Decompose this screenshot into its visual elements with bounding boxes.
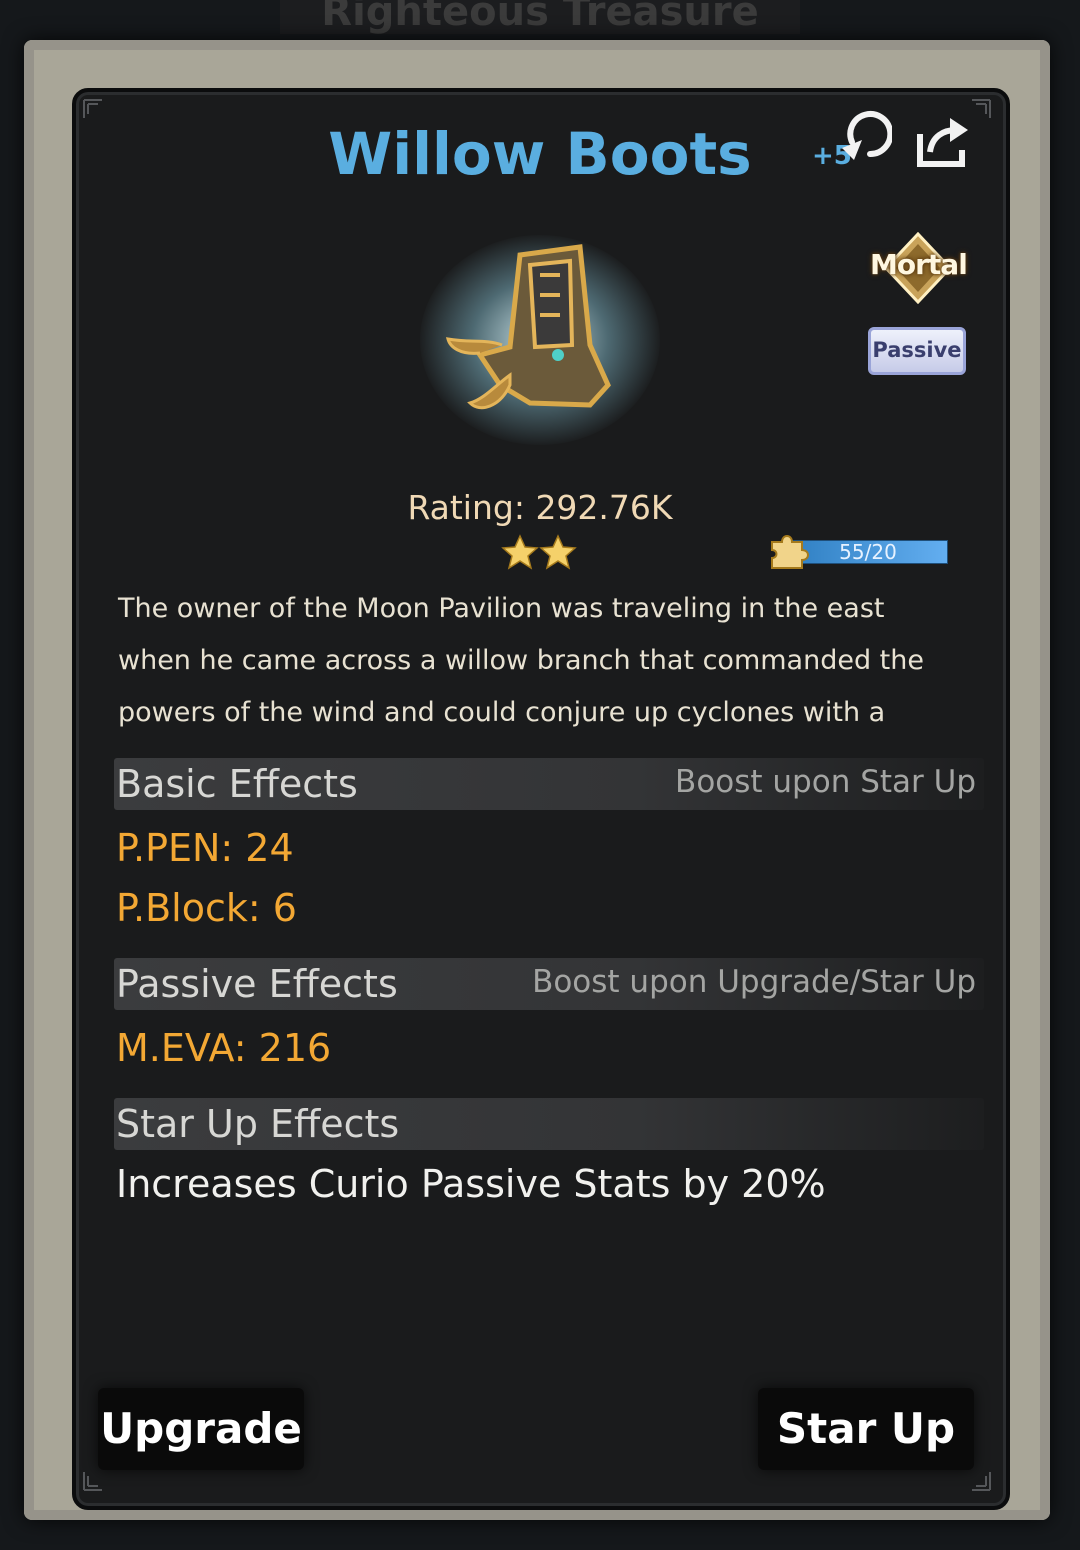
reset-icon[interactable]: +5 [812, 110, 892, 174]
star-icon [539, 534, 577, 570]
background-title: Righteous Treasure [280, 0, 800, 34]
boots-icon [445, 244, 611, 409]
reset-count: +5 [812, 141, 852, 171]
star-icon [501, 534, 539, 570]
stat-line: P.PEN: 24 [116, 826, 294, 870]
stat-line: M.EVA: 216 [116, 1026, 332, 1070]
rank-label: Mortal [870, 248, 968, 281]
starup-effects-title: Star Up Effects [116, 1102, 400, 1146]
passive-effects-note: Boost upon Upgrade/Star Up [532, 964, 976, 1000]
corner-ornament [972, 99, 991, 118]
corner-ornament [972, 1472, 991, 1491]
passive-effects-title: Passive Effects [116, 962, 398, 1006]
description-line: powers of the wind and could conjure up … [118, 697, 886, 728]
star-rating [501, 534, 577, 570]
fragment-count: 55/20 [839, 540, 897, 564]
description-line: The owner of the Moon Pavilion was trave… [118, 593, 885, 624]
upgrade-button[interactable]: Upgrade [98, 1388, 304, 1470]
item-description: The owner of the Moon Pavilion was trave… [118, 583, 938, 739]
puzzle-icon [771, 535, 809, 569]
share-icon[interactable] [912, 112, 972, 170]
corner-ornament [83, 99, 102, 118]
description-line: when he came across a willow branch that… [118, 645, 924, 676]
rating-text: Rating: 292.76K [407, 488, 673, 527]
star-up-button[interactable]: Star Up [758, 1388, 974, 1470]
basic-effects-title: Basic Effects [116, 762, 358, 806]
stat-line: P.Block: 6 [116, 886, 297, 930]
basic-effects-note: Boost upon Star Up [675, 764, 976, 800]
type-badge: Passive [868, 327, 966, 375]
starup-effect-text: Increases Curio Passive Stats by 20% [116, 1162, 826, 1206]
corner-ornament [83, 1472, 102, 1491]
item-name: Willow Boots [328, 120, 752, 188]
